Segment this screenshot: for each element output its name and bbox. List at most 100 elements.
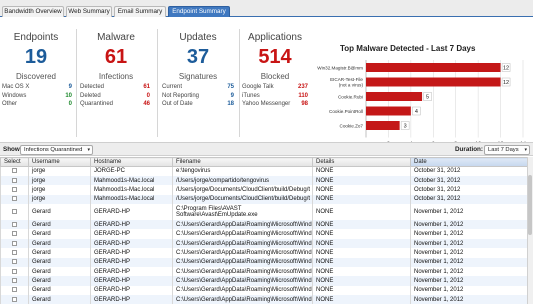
duration-label: Duration: bbox=[455, 146, 483, 153]
table-row[interactable]: Gerard GERARD-HP C:\Program Files\AVAST So… bbox=[0, 204, 533, 221]
row-checkbox[interactable] bbox=[12, 249, 17, 255]
cell-filename: /Users/jorge/compartido/tengovirus bbox=[172, 175, 313, 186]
table-row[interactable]: Gerard GERARD-HP C:\Users\Gerard\AppData\R… bbox=[0, 220, 533, 230]
scrollbar-thumb[interactable] bbox=[528, 175, 532, 235]
row-value: 46 bbox=[143, 101, 150, 107]
row-checkbox[interactable] bbox=[12, 196, 17, 202]
cell-username: Gerard bbox=[28, 295, 91, 304]
cell-filename: C:\Users\Gerard\AppData\Roaming\Microsof… bbox=[172, 285, 313, 296]
row-select-cell bbox=[0, 267, 29, 277]
cell-filename: C:\Program Files\AVAST Software\Avast\Em… bbox=[172, 204, 313, 221]
row-select-cell bbox=[0, 257, 29, 268]
row-checkbox[interactable] bbox=[12, 209, 17, 215]
duration-select[interactable]: Last 7 Days ▾ bbox=[484, 145, 530, 155]
cell-date: October 31, 2012 bbox=[410, 166, 533, 176]
cell-filename: C:\Users\Gerard\AppData\Roaming\Microsof… bbox=[172, 267, 313, 277]
cell-details: NONE bbox=[312, 257, 411, 268]
cell-date: November 1, 2012 bbox=[410, 229, 533, 239]
row-label: Detected bbox=[80, 84, 105, 90]
tab-email-summary[interactable]: Email Summary bbox=[114, 6, 166, 17]
table-row[interactable]: jorge Mahmood1s-Mac.local/Users/jorge/com… bbox=[0, 175, 533, 186]
row-label: Mac OS X bbox=[2, 84, 30, 90]
row-checkbox[interactable] bbox=[12, 268, 17, 274]
row-select-cell bbox=[0, 229, 29, 239]
malware-subtitle: Infections bbox=[98, 72, 134, 81]
cell-filename: /Users/jorge/Documents/CloudClient/build… bbox=[172, 185, 313, 195]
column-header-date[interactable]: Date bbox=[410, 157, 533, 167]
category-label: Cookie.Rubi bbox=[338, 95, 363, 100]
tab-web-summary[interactable]: Web Summary bbox=[66, 6, 112, 17]
table-row[interactable]: Gerard GERARD-HP C:\Users\Gerard\AppData\R… bbox=[0, 238, 533, 249]
column-header-hostname[interactable]: Hostname bbox=[90, 157, 173, 167]
endpoints-count: 19 bbox=[24, 46, 48, 68]
malware-title: Malware bbox=[97, 32, 135, 43]
table-row[interactable]: jorge Mahmood1s-Mac.local/Users/jorge/Doc… bbox=[0, 194, 533, 205]
table-row[interactable]: Gerard GERARD-HP C:\Users\Gerard\AppData\R… bbox=[0, 285, 533, 296]
endpoints-subtitle: Discovered bbox=[15, 72, 56, 81]
table-row[interactable]: Gerard GERARD-HP C:\Users\Gerard\AppData\R… bbox=[0, 276, 533, 286]
row-checkbox[interactable] bbox=[12, 177, 17, 183]
cell-username: Gerard bbox=[28, 238, 91, 249]
row-checkbox[interactable] bbox=[12, 168, 17, 174]
cell-username: Gerard bbox=[28, 257, 91, 268]
bar[interactable] bbox=[366, 63, 501, 72]
cell-date: November 1, 2012 bbox=[410, 295, 533, 304]
tab-endpoint-summary[interactable]: Endpoint Summary bbox=[168, 6, 230, 17]
bar[interactable] bbox=[366, 77, 501, 87]
row-label: Other bbox=[2, 101, 18, 107]
row-checkbox[interactable] bbox=[12, 240, 17, 246]
cell-date: November 1, 2012 bbox=[410, 276, 533, 286]
row-select-cell bbox=[0, 204, 29, 221]
column-header-select[interactable]: Select bbox=[0, 157, 29, 167]
divider bbox=[76, 29, 77, 137]
row-checkbox[interactable] bbox=[12, 221, 17, 227]
cell-date: November 1, 2012 bbox=[410, 267, 533, 277]
cell-filename: C:\Users\Gerard\AppData\Roaming\Microsof… bbox=[172, 248, 313, 258]
cell-details: NONE bbox=[312, 276, 411, 286]
cell-hostname: GERARD-HP bbox=[90, 295, 173, 304]
value-label: 5 bbox=[426, 95, 429, 101]
table-row[interactable]: jorge Mahmood1s-Mac.local/Users/jorge/Doc… bbox=[0, 185, 533, 195]
row-checkbox[interactable] bbox=[12, 186, 17, 192]
cell-details: NONE bbox=[312, 248, 411, 258]
cell-hostname: GERARD-HP bbox=[90, 248, 173, 258]
column-header-filename[interactable]: Filename bbox=[172, 157, 313, 167]
column-header-username[interactable]: Username bbox=[28, 157, 91, 167]
summary-panel: Endpoints 19 Discovered Mac OS X 9 Windo… bbox=[0, 17, 533, 148]
row-checkbox[interactable] bbox=[12, 287, 17, 293]
category-label: (not a virus) bbox=[339, 83, 364, 88]
table-row[interactable]: jorge JORGE-PC e:\tengovirus NONE October 31… bbox=[0, 166, 533, 176]
cell-filename: C:\Users\Gerard\AppData\Roaming\Microsof… bbox=[172, 257, 313, 268]
column-header-details[interactable]: Details bbox=[312, 157, 411, 167]
row-label: Google Talk bbox=[242, 84, 274, 90]
cell-filename: C:\Users\Gerard\AppData\Roaming\Microsof… bbox=[172, 220, 313, 230]
cell-hostname: GERARD-HP bbox=[90, 285, 173, 296]
table-row[interactable]: Gerard GERARD-HP C:\Users\Gerard\AppData\R… bbox=[0, 248, 533, 258]
show-filter-select[interactable]: Infections Quarantined ▾ bbox=[20, 145, 93, 155]
table-scrollbar[interactable] bbox=[527, 157, 533, 304]
row-checkbox[interactable] bbox=[12, 231, 17, 237]
tab-bandwidth-overview[interactable]: Bandwidth Overview bbox=[2, 6, 64, 17]
row-label: Windows bbox=[2, 92, 27, 99]
table-row[interactable]: Gerard GERARD-HP C:\Users\Gerard\AppData\R… bbox=[0, 257, 533, 268]
table-row[interactable]: Gerard GERARD-HP C:\Users\Gerard\AppData\R… bbox=[0, 229, 533, 239]
table-row[interactable]: Gerard GERARD-HP C:\Users\Gerard\AppData\R… bbox=[0, 295, 533, 304]
bar[interactable] bbox=[366, 121, 400, 130]
malware-row-deleted: Deleted 0 bbox=[80, 93, 150, 102]
table-row[interactable]: Gerard GERARD-HP C:\Users\Gerard\AppData\R… bbox=[0, 267, 533, 277]
cell-filename: C:\Users\Gerard\AppData\Roaming\Microsof… bbox=[172, 295, 313, 304]
cell-username: Gerard bbox=[28, 267, 91, 277]
endpoints-row-other: Other 0 bbox=[2, 101, 72, 110]
bar[interactable] bbox=[366, 106, 411, 116]
row-value: 61 bbox=[143, 84, 150, 90]
row-label: Quarantined bbox=[80, 101, 114, 107]
cell-date: November 1, 2012 bbox=[410, 204, 533, 221]
category-label: EICAR-Test-File bbox=[330, 77, 363, 82]
row-checkbox[interactable] bbox=[12, 259, 17, 265]
bar[interactable] bbox=[366, 92, 423, 101]
row-checkbox[interactable] bbox=[12, 296, 17, 302]
cell-date: November 1, 2012 bbox=[410, 257, 533, 268]
row-checkbox[interactable] bbox=[12, 278, 17, 284]
cell-hostname: Mahmood1s-Mac.local bbox=[90, 194, 173, 205]
row-label: Deleted bbox=[80, 92, 101, 99]
